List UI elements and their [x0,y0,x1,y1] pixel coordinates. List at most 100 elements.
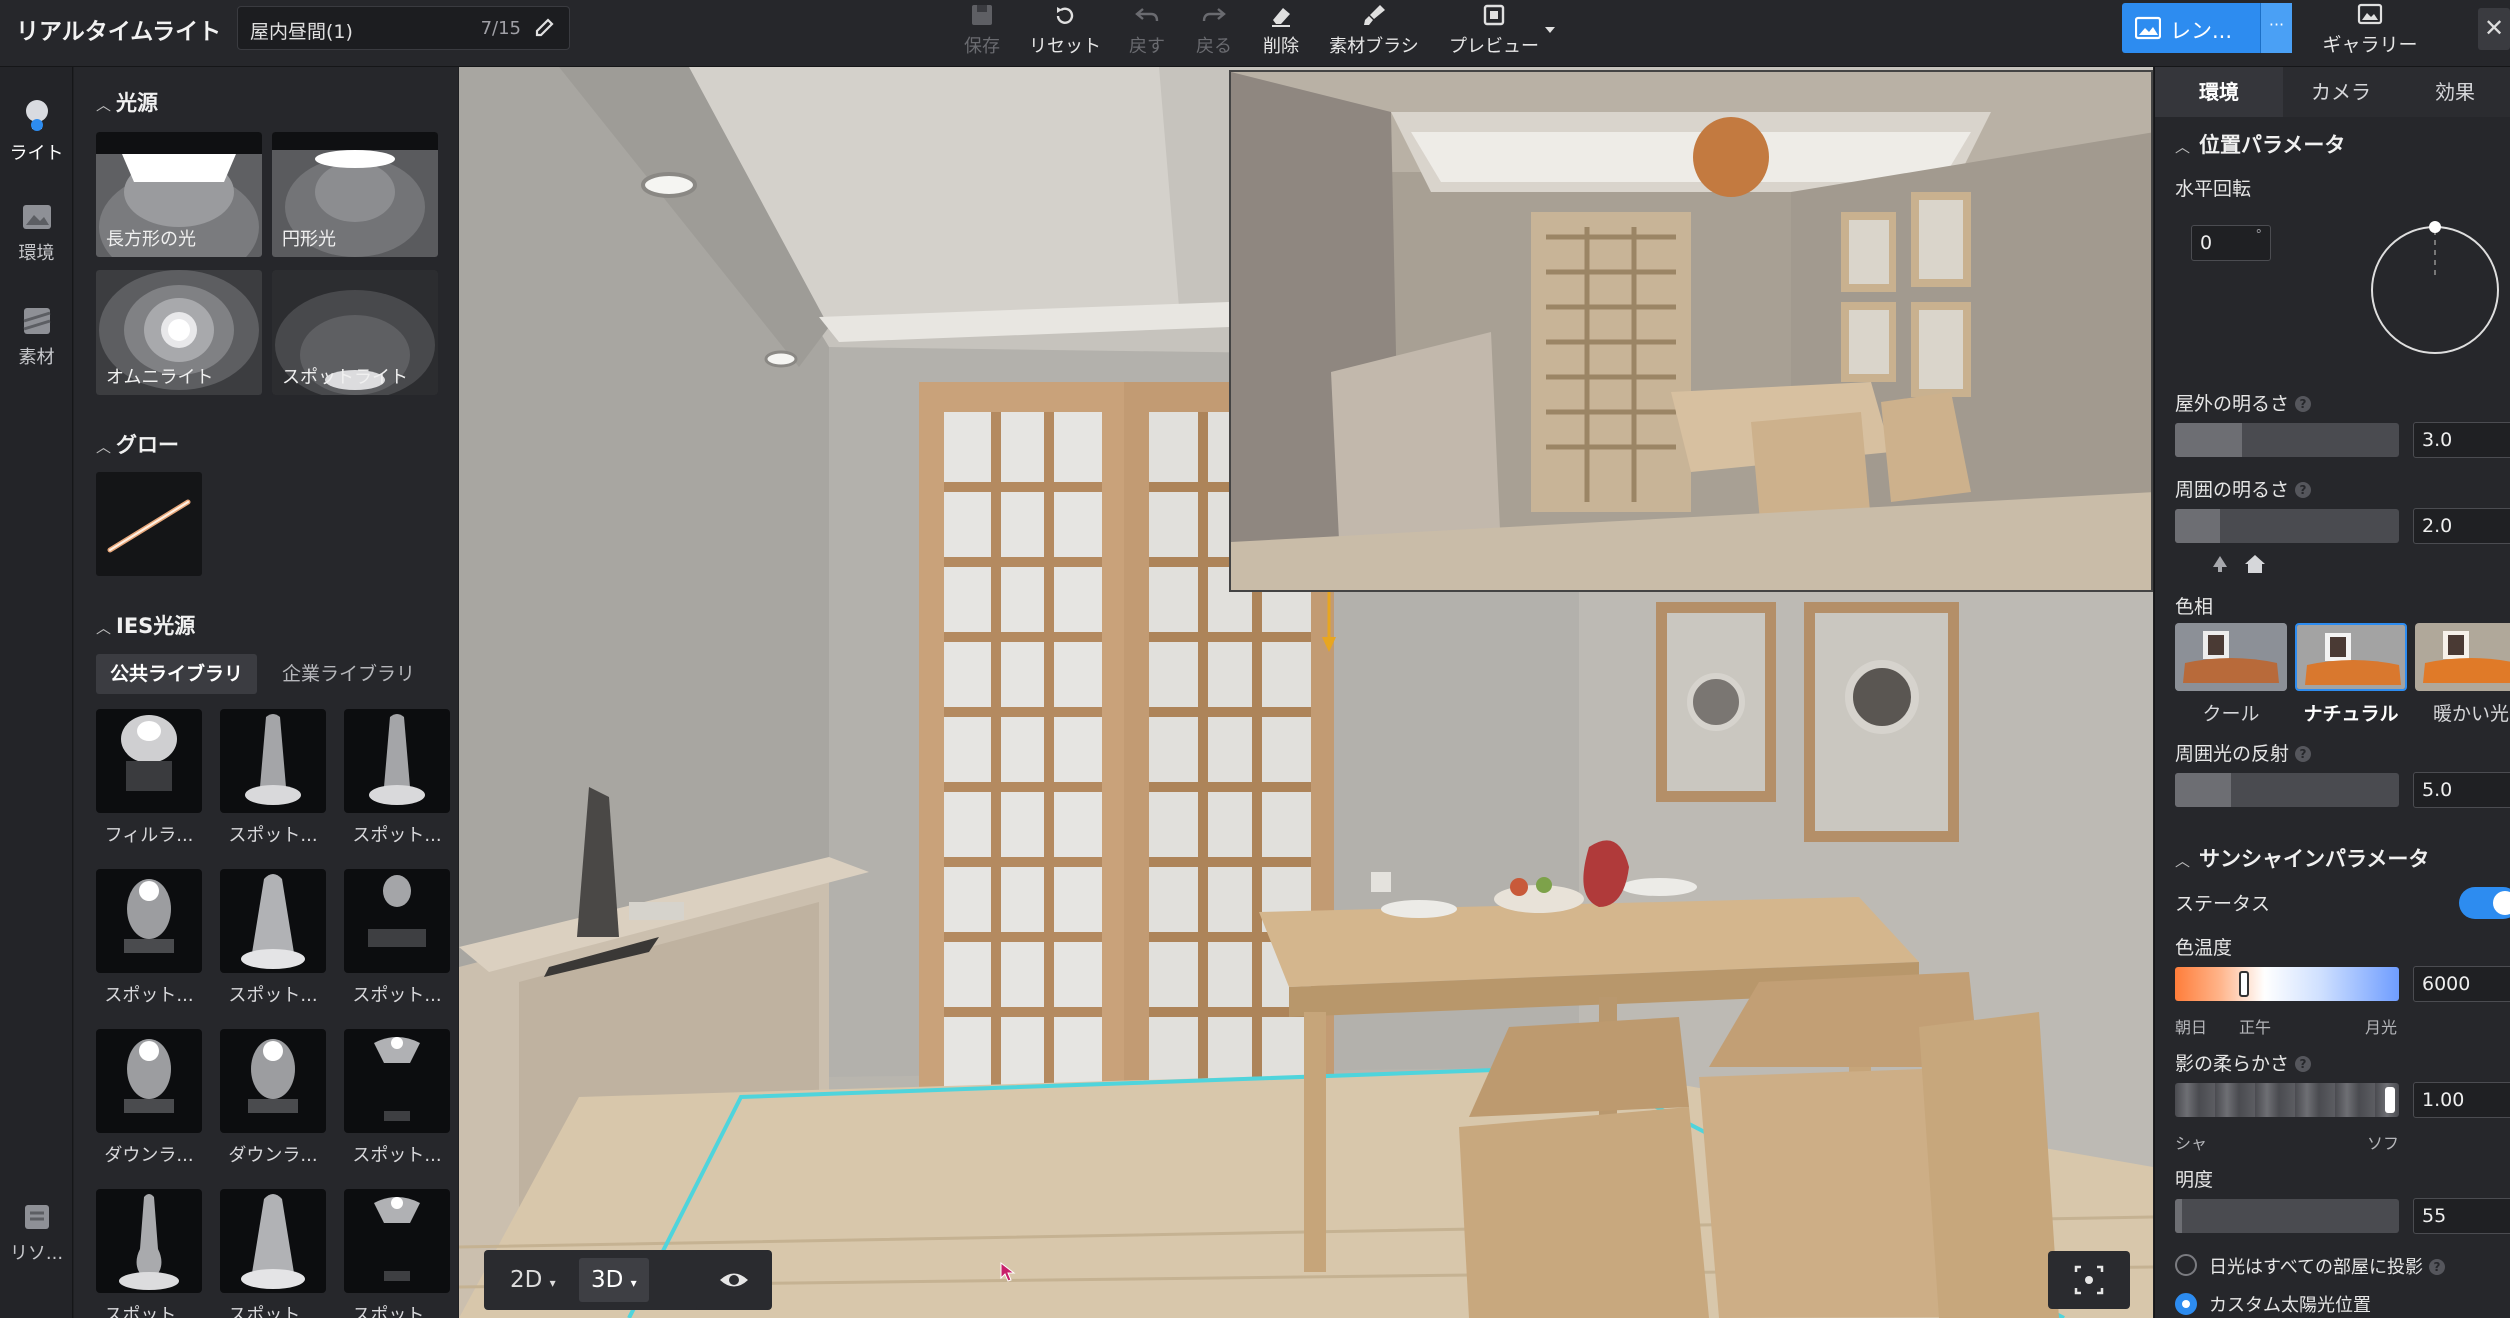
help-icon[interactable]: ? [2295,1056,2312,1072]
section-position[interactable]: ︿ 位置パラメータ [2175,129,2345,159]
material-brush-button[interactable]: 素材ブラシ [1325,0,1423,60]
tab-environment[interactable]: 環境 [2155,67,2283,117]
ies-light-tile[interactable] [220,1189,326,1293]
ambient-brightness-input[interactable]: 2.0 [2413,508,2510,544]
color-temp-mark-moon: 月光 [2365,1018,2398,1037]
light-tile-circle[interactable]: 円形光 [272,132,438,257]
ies-light-tile[interactable] [220,1029,326,1133]
glow-tile-linear[interactable] [96,472,202,576]
slider-handle[interactable] [2239,971,2249,997]
shadow-softness-input[interactable]: 1.00 [2413,1082,2510,1118]
close-icon[interactable]: ✕ [2478,8,2510,50]
light-tile-spot[interactable]: スポットライト [272,270,438,395]
gallery-icon [2357,3,2383,25]
section-sunshine[interactable]: ︿ サンシャインパラメータ [2175,843,2429,873]
tab-public-library[interactable]: 公共ライブラリ [96,654,258,694]
view-3d-button[interactable]: 3D ▾ [579,1258,649,1302]
chevron-up-icon: ︿ [96,438,112,456]
radio-custom-sun[interactable] [2175,1293,2197,1315]
ies-light-tile[interactable] [220,869,326,973]
ies-light-tile[interactable] [344,1189,450,1293]
light-tile-omni[interactable]: オムニライト [96,270,262,395]
save-button[interactable]: 保存 [960,0,1004,60]
section-ies[interactable]: ︿ IES光源 [96,610,195,640]
visibility-button[interactable] [696,1250,772,1310]
color-temperature-slider[interactable] [2175,967,2399,1001]
color-temperature-input[interactable]: 6000 [2413,966,2510,1002]
ies-profile-thumbnail [119,1194,179,1290]
undo-button[interactable]: 戻す [1127,0,1167,60]
help-icon[interactable]: ? [2429,1259,2446,1275]
tree-icon[interactable] [2209,554,2231,574]
section-glow[interactable]: ︿ グロー [96,429,179,459]
home-icon[interactable] [2243,553,2267,575]
ambient-brightness-slider[interactable] [2175,509,2399,543]
hue-option-cool[interactable] [2175,623,2287,691]
rail-item-material[interactable]: 素材 [0,289,73,375]
fit-view-button[interactable] [2048,1251,2130,1309]
color-temp-mark-noon: 正午 [2239,1018,2272,1037]
horizontal-rotation-input[interactable]: 0 ° [2191,225,2271,261]
section-light-source[interactable]: ︿ 光源 [96,87,158,117]
ambient-reflection-input[interactable]: 5.0 [2413,772,2510,808]
outdoor-brightness-label: 屋外の明るさ? [2175,389,2312,416]
reset-button[interactable]: リセット [1027,0,1103,60]
ies-light-tile[interactable] [96,1189,202,1293]
ambient-reflection-slider[interactable] [2175,773,2399,807]
slider-handle[interactable] [2385,1087,2395,1113]
section-ies-title: IES光源 [116,614,196,638]
rail-label-light: ライト [9,143,64,164]
gallery-button[interactable]: ギャラリー [2320,0,2420,60]
shadow-softness-slider[interactable] [2175,1083,2399,1117]
focus-icon [2074,1265,2104,1295]
rotation-dial[interactable] [2371,217,2510,367]
tab-camera[interactable]: カメラ [2283,67,2399,117]
option-all-rooms-text: 日光はすべての部屋に投影 [2209,1257,2424,1278]
ambient-brightness-fill [2175,509,2220,543]
preview-label: プレビュー [1449,36,1539,57]
preview-dropdown-icon[interactable] [1544,20,1556,39]
status-toggle[interactable] [2459,887,2510,919]
help-icon[interactable]: ? [2295,396,2312,412]
3d-viewport[interactable]: 2D ▾ 3D ▾ [459,67,2153,1318]
scene-selector[interactable]: 屋内昼間(1) 7/15 [237,6,570,50]
ies-light-tile[interactable] [220,709,326,813]
ies-light-tile[interactable] [344,869,450,973]
tab-effects[interactable]: 効果 [2399,67,2510,117]
help-icon[interactable]: ? [2295,746,2312,762]
delete-button[interactable]: 削除 [1261,0,1301,60]
render-button[interactable]: レン... ··· [2122,3,2292,53]
preview-button[interactable]: プレビュー [1445,0,1543,60]
render-more-button[interactable]: ··· [2260,3,2292,53]
outdoor-brightness-slider[interactable] [2175,423,2399,457]
tab-enterprise-library[interactable]: 企業ライブラリ [268,654,429,694]
chevron-down-icon: ▾ [630,1276,637,1290]
cool-sofa-thumbnail [2175,623,2287,691]
ies-light-tile[interactable] [96,869,202,973]
radio-all-rooms[interactable] [2175,1254,2197,1276]
ies-light-label: フィルラ... [104,825,194,846]
outdoor-brightness-input[interactable]: 3.0 [2413,422,2510,458]
pencil-icon[interactable] [529,12,561,44]
view-2d-button[interactable]: 2D ▾ [498,1258,568,1302]
ies-light-tile[interactable] [344,709,450,813]
rail-item-resource[interactable]: リソ... [0,1185,73,1271]
ies-profile-thumbnail [374,1037,420,1121]
property-tabs: 環境 カメラ 効果 [2155,67,2510,117]
hue-option-warm[interactable] [2415,623,2510,691]
redo-button[interactable]: 戻る [1194,0,1234,60]
ies-light-tile[interactable] [96,1029,202,1133]
rail-item-environment[interactable]: 環境 [0,185,73,271]
ies-profile-thumbnail [248,1039,298,1113]
light-tile-rectangle[interactable]: 長方形の光 [96,132,262,257]
ies-light-tile[interactable] [96,709,202,813]
rail-item-light[interactable]: ライト [0,81,73,167]
help-icon[interactable]: ? [2295,482,2312,498]
hue-option-natural[interactable] [2295,623,2407,691]
brightness-slider[interactable] [2175,1199,2399,1233]
shadow-softness-label: 影の柔らかさ? [2175,1049,2312,1076]
ies-light-tile[interactable] [344,1029,450,1133]
camera-preview-window[interactable] [1229,70,2153,592]
ambient-reflection-label: 周囲光の反射? [2175,739,2312,766]
brightness-input[interactable]: 55 [2413,1198,2510,1234]
